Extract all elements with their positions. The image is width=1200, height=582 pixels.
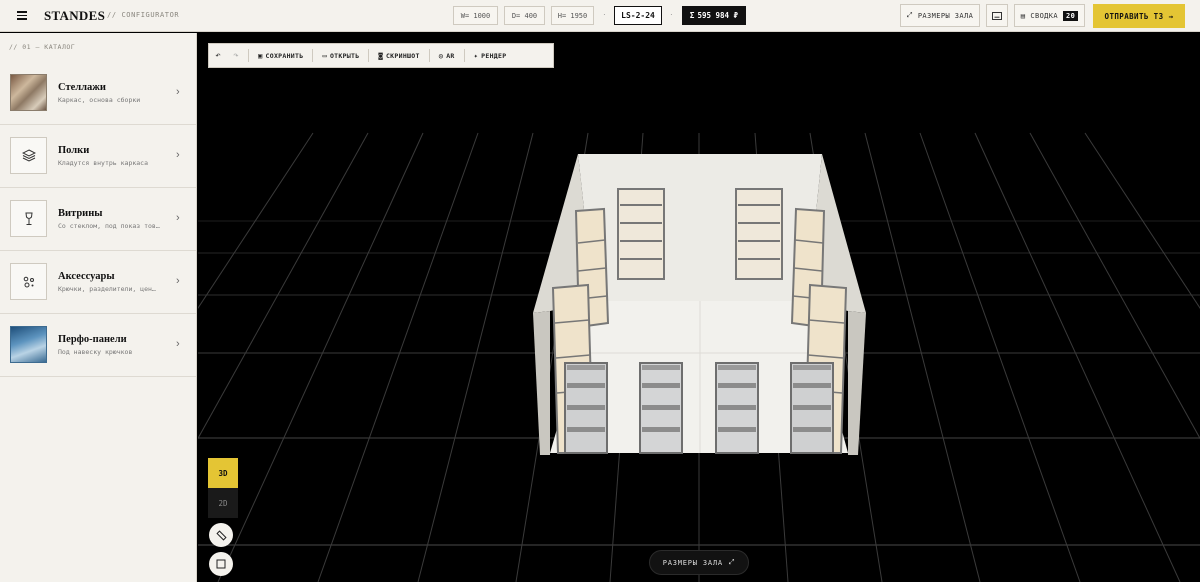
wine-glass-icon — [10, 200, 47, 237]
save-button[interactable]: ▣ СОХРАНИТЬ — [252, 44, 309, 67]
right-wall-edge — [848, 311, 866, 455]
floppy-disk-icon: ▣ — [258, 51, 263, 60]
open-button[interactable]: ▭ ОТКРЫТЬ — [316, 44, 365, 67]
catalog-item-shelves[interactable]: Полки Кладутся внутрь каркаса › — [0, 125, 196, 188]
chevron-right-icon: › — [176, 149, 180, 161]
brand-subtitle: // CONFIGURATOR — [107, 11, 180, 19]
toolbar-divider — [368, 49, 370, 62]
send-spec-button[interactable]: ОТПРАВИТЬ ТЗ → — [1093, 4, 1185, 28]
keyboard-icon — [992, 11, 1002, 20]
shelving-unit[interactable] — [564, 362, 608, 454]
shelving-unit[interactable] — [790, 362, 834, 454]
3d-viewport[interactable]: ↶ ↷ ▣ СОХРАНИТЬ ▭ ОТКРЫТЬ ◙ СКРИНШОТ ◎ A… — [198, 33, 1200, 582]
keyboard-button[interactable] — [986, 4, 1008, 27]
send-label: ОТПРАВИТЬ ТЗ — [1104, 11, 1164, 21]
catalog-item-title: Аксессуары — [58, 271, 115, 282]
brand-logo: STANDES — [44, 8, 106, 23]
toolbar-divider — [463, 49, 465, 62]
catalog-item-showcases[interactable]: Витрины Со стеклом, под показ тов… › — [0, 188, 196, 251]
save-label: СОХРАНИТЬ — [265, 51, 304, 60]
sum-icon: Σ — [689, 11, 695, 20]
select-box-button[interactable] — [209, 552, 233, 576]
redo-icon[interactable]: ↷ — [227, 44, 245, 67]
undo-icon[interactable]: ↶ — [209, 44, 227, 67]
separator-dot: · — [603, 10, 606, 19]
menu-icon[interactable] — [17, 11, 27, 20]
shelving-unit[interactable] — [617, 188, 665, 280]
separator-dot: · — [670, 10, 673, 19]
layers-icon — [10, 137, 47, 174]
globe-icon: ◎ — [438, 51, 444, 60]
catalog-item-accessories[interactable]: Аксессуары Крючки, разделители, цен… › — [0, 251, 196, 314]
folder-icon: ▭ — [322, 51, 327, 60]
chevron-right-icon: › — [176, 275, 180, 287]
price-value: 595 984 ₽ — [697, 11, 739, 20]
camera-icon: ◙ — [378, 51, 383, 60]
expand-icon: ⤢ — [906, 11, 913, 19]
render-button[interactable]: ✦ РЕНДЕР — [468, 44, 513, 67]
catalog-item-perforated-panels[interactable]: Перфо-панели Под навеску крючков › — [0, 314, 196, 377]
chevron-right-icon: › — [176, 86, 180, 98]
total-price: Σ 595 984 ₽ — [682, 6, 746, 25]
open-label: ОТКРЫТЬ — [329, 51, 360, 60]
ar-button[interactable]: ◎ AR — [433, 44, 461, 67]
screenshot-label: СКРИНШОТ — [385, 51, 420, 60]
summary-count-badge: 20 — [1063, 10, 1079, 21]
ar-label: AR — [446, 51, 455, 60]
catalog-sidebar: // 01 — КАТАЛОГ Стеллажи Каркас, основа … — [0, 33, 197, 582]
room-size-pill-label: РАЗМЕРЫ ЗАЛА — [662, 558, 723, 567]
depth-field[interactable]: D= 400 — [504, 6, 545, 25]
top-bar: STANDES // CONFIGURATOR W= 1000 D= 400 H… — [0, 0, 1200, 32]
ruler-icon — [215, 529, 227, 541]
render-label: РЕНДЕР — [481, 51, 507, 60]
height-field[interactable]: H= 1950 — [551, 6, 594, 25]
view-2d-button[interactable]: 2D — [208, 488, 238, 518]
measure-button[interactable] — [209, 523, 233, 547]
shelving-unit[interactable] — [715, 362, 759, 454]
scene-toolbar: ↶ ↷ ▣ СОХРАНИТЬ ▭ ОТКРЫТЬ ◙ СКРИНШОТ ◎ A… — [208, 43, 554, 68]
arrow-right-icon: → — [1168, 11, 1174, 21]
screenshot-button[interactable]: ◙ СКРИНШОТ — [372, 44, 425, 67]
chevron-right-icon: › — [176, 338, 180, 350]
toolbar-divider — [312, 49, 314, 62]
catalog-item-subtitle: Кладутся внутрь каркаса — [58, 159, 149, 167]
toolbar-divider — [248, 49, 249, 62]
toolbar-divider — [428, 49, 430, 62]
document-icon: ▤ — [1020, 11, 1026, 20]
shelving-photo — [10, 74, 47, 111]
catalog-item-racks[interactable]: Стеллажи Каркас, основа сборки › — [0, 62, 196, 125]
width-field[interactable]: W= 1000 — [453, 6, 498, 25]
catalog-item-title: Перфо-панели — [58, 334, 127, 345]
catalog-item-subtitle: Каркас, основа сборки — [58, 96, 141, 104]
configuration-code: LS-2-24 — [614, 6, 662, 25]
sparkle-icon: ✦ — [473, 51, 479, 60]
catalog-heading: // 01 — КАТАЛОГ — [9, 43, 76, 51]
room-size-pill[interactable]: РАЗМЕРЫ ЗАЛА ⤢ — [649, 550, 749, 575]
catalog-item-title: Витрины — [58, 208, 103, 219]
expand-icon: ⤢ — [728, 558, 736, 566]
view-3d-button[interactable]: 3D — [208, 458, 238, 488]
room-size-button[interactable]: ⤢ РАЗМЕРЫ ЗАЛА — [900, 4, 980, 27]
catalog-item-title: Полки — [58, 145, 90, 156]
perforated-panel-photo — [10, 326, 47, 363]
summary-label: СВОДКА — [1030, 11, 1059, 20]
catalog-item-subtitle: Со стеклом, под показ тов… — [58, 222, 160, 230]
room-size-label: РАЗМЕРЫ ЗАЛА — [917, 11, 974, 20]
catalog-item-title: Стеллажи — [58, 82, 106, 93]
square-icon — [216, 559, 226, 569]
shelving-unit[interactable] — [735, 188, 783, 280]
catalog-item-subtitle: Под навеску крючков — [58, 348, 133, 356]
catalog-item-subtitle: Крючки, разделители, цен… — [58, 285, 156, 293]
summary-button[interactable]: ▤ СВОДКА 20 — [1014, 4, 1085, 27]
scene-canvas[interactable] — [198, 33, 1200, 582]
chevron-right-icon: › — [176, 212, 180, 224]
accessories-icon — [10, 263, 47, 300]
left-wall-edge — [533, 311, 550, 455]
shelving-unit[interactable] — [639, 362, 683, 454]
back-wall — [578, 154, 822, 301]
